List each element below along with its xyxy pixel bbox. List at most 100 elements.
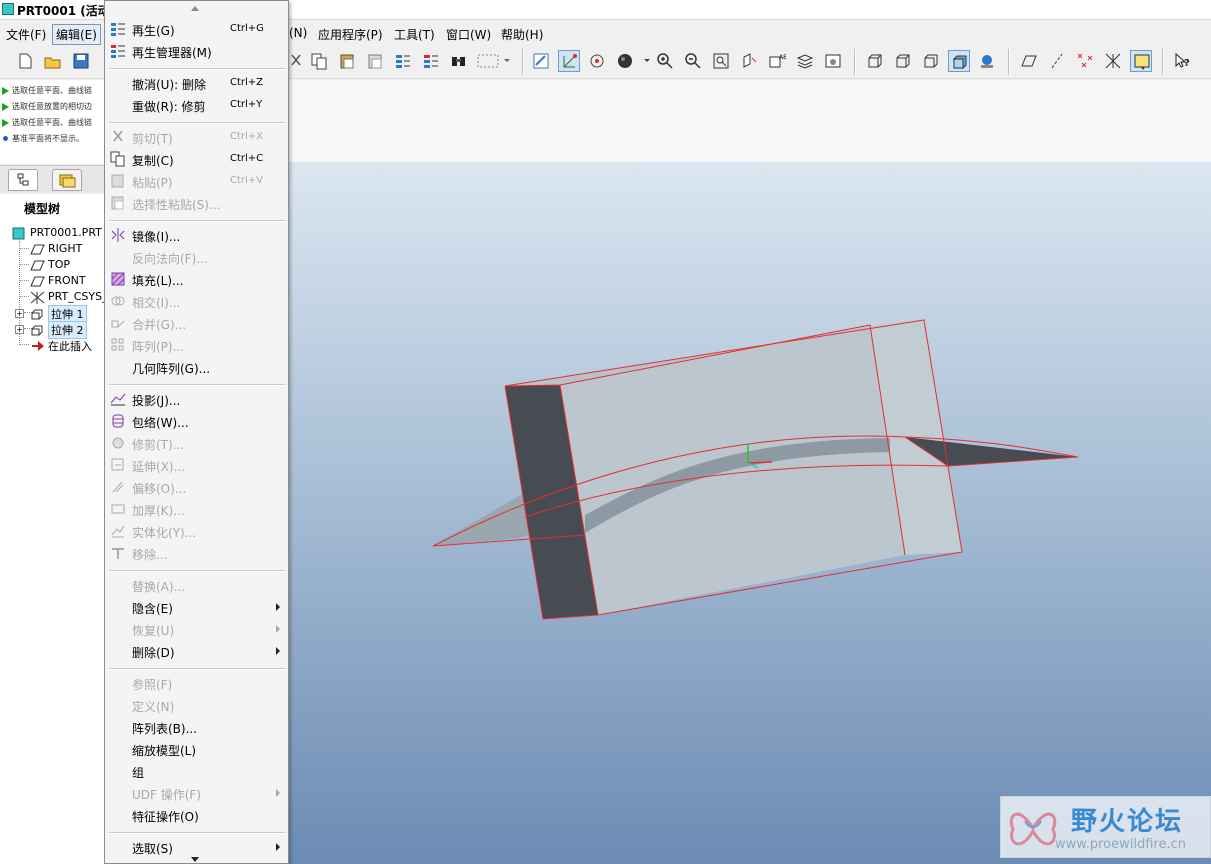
expand-toggle[interactable]: + — [15, 309, 24, 318]
menu-item-label: 复制(C) — [132, 154, 174, 168]
menu-item-shortcut: Ctrl+G — [230, 23, 264, 34]
repaint-icon[interactable] — [530, 50, 552, 72]
submenu-arrow-icon — [276, 843, 280, 851]
watermark-url: www.proewildfire.cn — [1055, 837, 1186, 852]
folder-icon — [59, 174, 76, 188]
menu-item-label: 偏移(O)... — [132, 482, 187, 496]
menu-item[interactable]: 撤消(U): 删除 Ctrl+Z — [106, 73, 287, 93]
menu-item[interactable]: 缩放模型(L) — [106, 739, 287, 759]
menu-item: 粘贴(P) Ctrl+V — [106, 171, 287, 191]
remove-icon — [112, 548, 124, 559]
menu-item-label: 重做(R): 修剪 — [132, 100, 206, 114]
scroll-down-icon[interactable] — [191, 857, 199, 862]
menu-item-label: 缩放模型(L) — [132, 744, 197, 758]
navigator-tabs — [0, 165, 106, 193]
zoom-out-icon[interactable] — [682, 50, 704, 72]
menu-item[interactable]: 阵列表(B)... — [106, 717, 287, 737]
menu-item: 实体化(Y)... — [106, 521, 287, 541]
menu-file[interactable]: 文件(F) — [4, 26, 48, 43]
watermark: 野火论坛 www.proewildfire.cn — [1000, 796, 1211, 858]
expand-toggle[interactable]: + — [15, 325, 24, 334]
menu-item[interactable]: 隐含(E) — [106, 597, 287, 617]
menu-tools[interactable]: 工具(T) — [392, 26, 437, 43]
cut-icon — [113, 130, 123, 142]
tree-connector — [19, 248, 29, 249]
menu-item-label: 相交(I)... — [132, 296, 181, 310]
offset-icon — [112, 481, 124, 493]
extrude-icon — [31, 325, 43, 336]
tab-model-tree[interactable] — [8, 169, 38, 191]
menu-item[interactable]: 包络(W)... — [106, 411, 287, 431]
copy-icon[interactable] — [308, 50, 330, 72]
regen-manager-icon[interactable] — [420, 50, 442, 72]
submenu-arrow-icon — [276, 603, 280, 611]
regenerate-icon[interactable] — [392, 50, 414, 72]
datum-plane-icon — [30, 276, 45, 287]
menu-item[interactable]: 特征操作(O) — [106, 805, 287, 825]
zoom-in-icon[interactable] — [654, 50, 676, 72]
menu-item[interactable]: 选取(S) — [106, 837, 287, 857]
paste-special-icon[interactable] — [364, 50, 386, 72]
tab-folder-browser[interactable] — [52, 169, 82, 191]
new-icon[interactable] — [14, 50, 36, 72]
context-help-icon[interactable]: ? — [1172, 50, 1194, 72]
paste-icon[interactable] — [336, 50, 358, 72]
menu-help[interactable]: 帮助(H) — [499, 26, 545, 43]
tree-connector — [19, 344, 29, 345]
datum-points-icon[interactable] — [1074, 50, 1096, 72]
enhanced-realism-icon[interactable] — [976, 50, 998, 72]
menu-item[interactable]: 删除(D) — [106, 641, 287, 661]
save-icon[interactable] — [70, 50, 92, 72]
wireframe-icon[interactable] — [864, 50, 886, 72]
menu-separator — [109, 570, 285, 572]
graphics-viewport[interactable] — [288, 162, 1211, 864]
toolbar-separator — [854, 49, 856, 75]
menu-item[interactable]: 几何阵列(G)... — [106, 357, 287, 377]
hidden-line-icon[interactable] — [892, 50, 914, 72]
tree-connector — [19, 280, 29, 281]
find-icon[interactable] — [448, 50, 470, 72]
menu-item[interactable]: 复制(C) Ctrl+C — [106, 149, 287, 169]
window-title: PRT0001 (活动 — [17, 4, 110, 18]
menu-item[interactable]: 组 — [106, 761, 287, 781]
reorient-icon[interactable] — [738, 50, 760, 72]
csys-icon[interactable] — [1102, 50, 1124, 72]
open-icon[interactable] — [42, 50, 64, 72]
tree-connector — [19, 296, 29, 297]
menu-item: 修剪(T)... — [106, 433, 287, 453]
menu-item-shortcut: Ctrl+V — [230, 175, 264, 186]
orient-icon[interactable] — [586, 50, 608, 72]
spin-center-icon[interactable] — [558, 50, 580, 72]
menu-insert[interactable]: (N) — [287, 26, 309, 40]
annotations-icon[interactable] — [1130, 50, 1152, 72]
menu-edit[interactable]: 编辑(E) — [52, 24, 101, 45]
svg-text:AB: AB — [779, 54, 786, 61]
menu-item: 移除... — [106, 543, 287, 563]
saved-views-icon[interactable]: AB — [766, 50, 788, 72]
view-manager-icon[interactable] — [822, 50, 844, 72]
select-box-icon[interactable] — [474, 50, 512, 72]
menu-item[interactable]: 投影(J)... — [106, 389, 287, 409]
shading-icon[interactable] — [614, 50, 650, 72]
model-tree-header: 模型树 — [24, 202, 61, 216]
shaded-icon[interactable] — [948, 50, 970, 72]
watermark-title: 野火论坛 — [1071, 807, 1184, 837]
menu-window[interactable]: 窗口(W) — [444, 26, 493, 43]
menu-item[interactable]: 再生管理器(M) — [106, 41, 287, 61]
menu-item-label: 修剪(T)... — [132, 438, 185, 452]
menu-item[interactable]: 再生(G) Ctrl+G — [106, 19, 287, 39]
menu-item[interactable]: 重做(R): 修剪 Ctrl+Y — [106, 95, 287, 115]
menu-item[interactable]: 填充(L)... — [106, 269, 287, 289]
arrow-icon — [2, 86, 9, 95]
menu-item-shortcut: Ctrl+Y — [230, 99, 263, 110]
menu-item[interactable]: 镜像(I)... — [106, 225, 287, 245]
scroll-up-icon[interactable] — [191, 6, 199, 11]
datum-axes-icon[interactable] — [1046, 50, 1068, 72]
menu-applications[interactable]: 应用程序(P) — [316, 26, 385, 43]
layers-icon[interactable] — [794, 50, 816, 72]
no-hidden-icon[interactable] — [920, 50, 942, 72]
refit-icon[interactable] — [710, 50, 732, 72]
datum-plane-icon — [30, 260, 45, 271]
message-line: 选取任意平面、曲线链 — [2, 117, 106, 128]
datum-planes-icon[interactable] — [1018, 50, 1040, 72]
